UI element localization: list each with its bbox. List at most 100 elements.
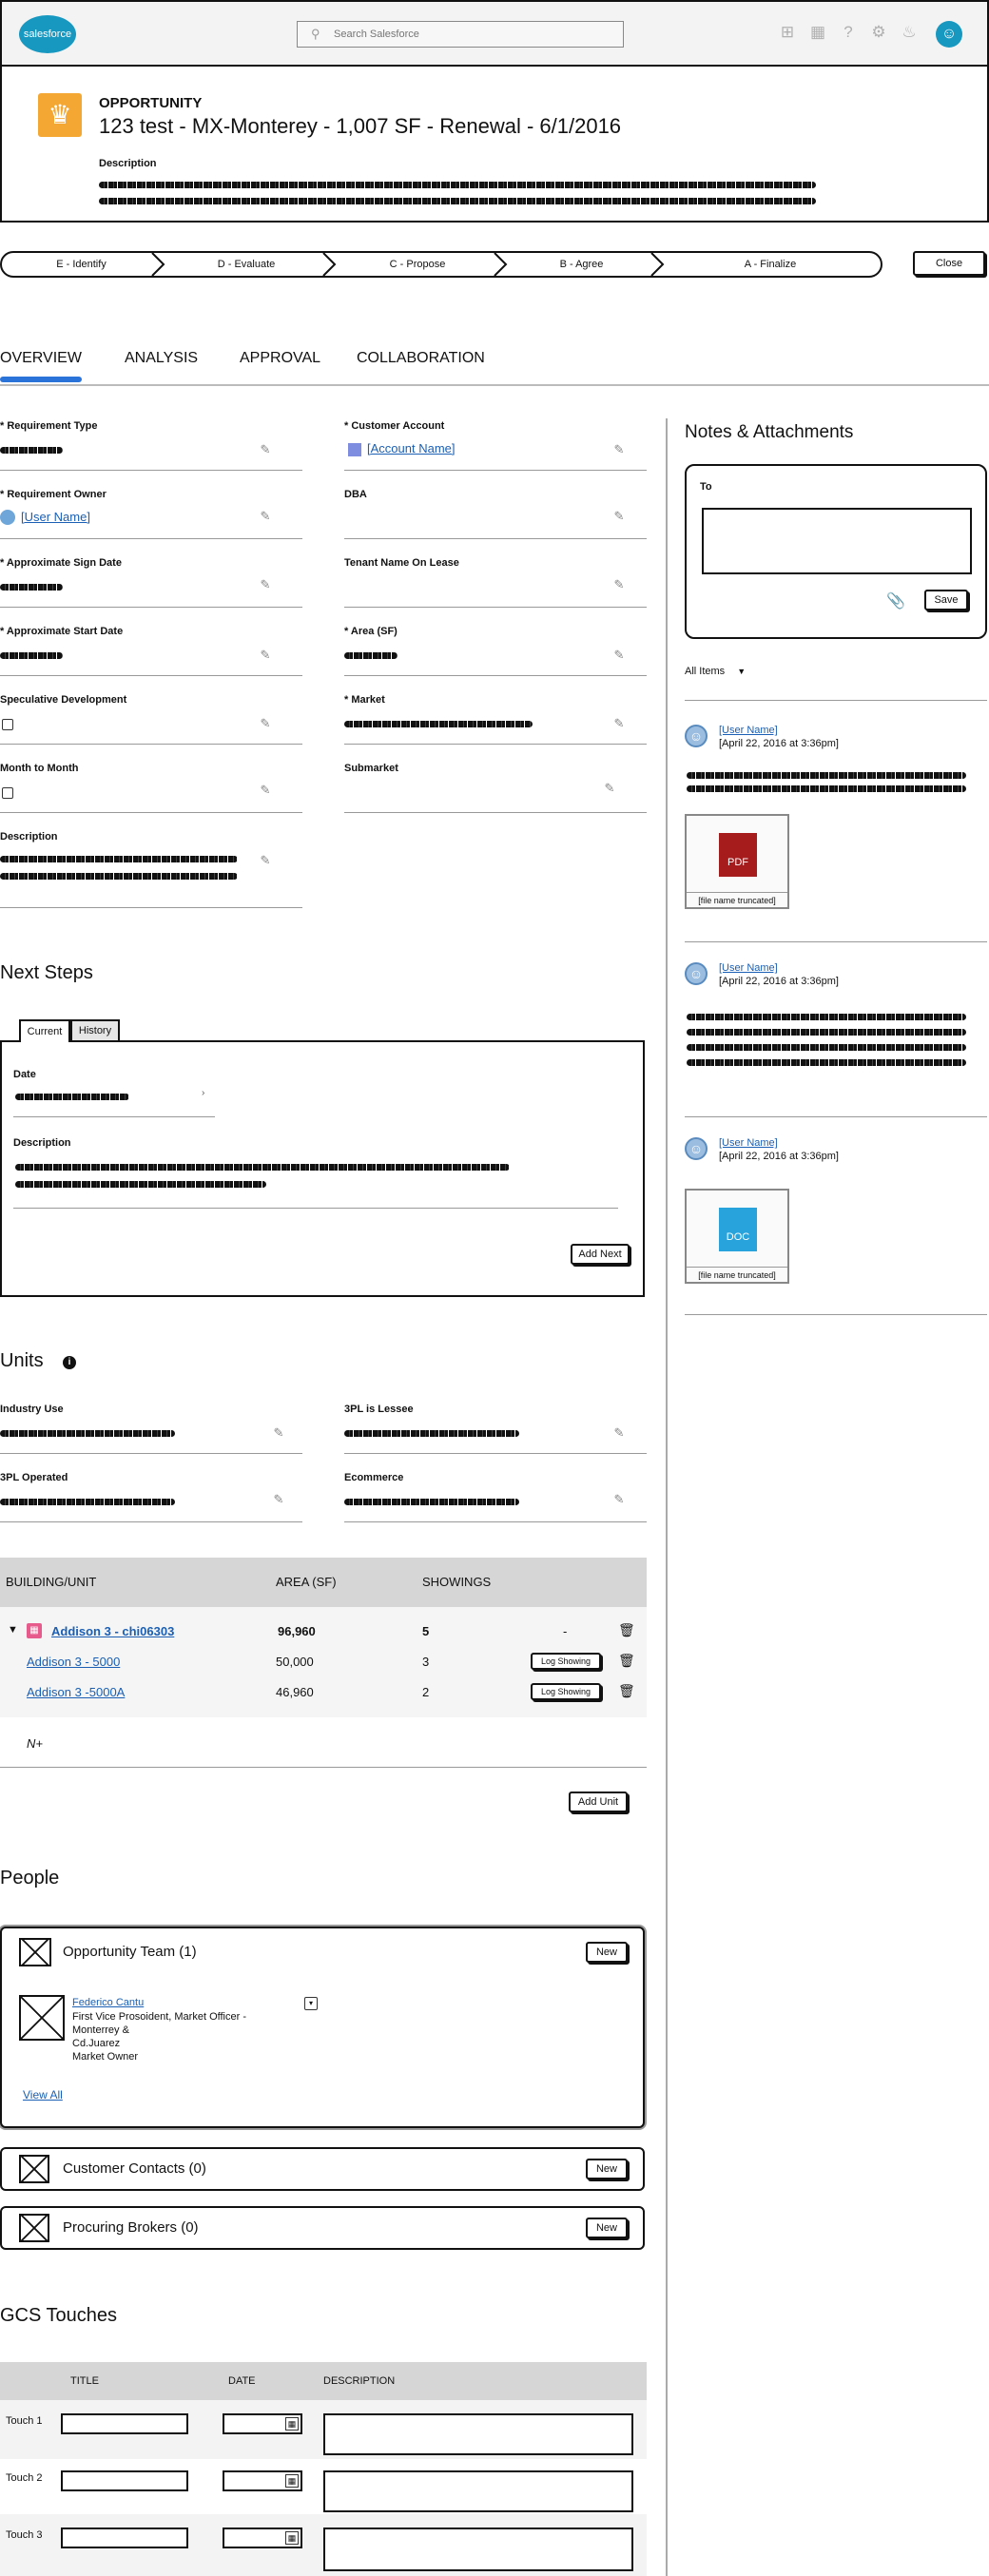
expand-caret-icon[interactable]: ▼	[8, 1624, 18, 1636]
edit-pencil-icon[interactable]: ✎	[259, 578, 272, 591]
calendar-icon[interactable]: ▦	[285, 2417, 299, 2431]
brokers-new-button[interactable]: New	[586, 2218, 628, 2238]
customer-account-link[interactable]: [Account Name]	[367, 441, 456, 455]
global-search[interactable]: ⚲	[297, 21, 624, 48]
note-date: [April 22, 2016 at 3:36pm]	[719, 1151, 839, 1162]
team-new-button[interactable]: New	[586, 1942, 628, 1963]
doc-attachment[interactable]: DOC [file name truncated]	[685, 1189, 789, 1284]
next-steps-tab-history[interactable]: History	[70, 1019, 120, 1040]
touch-description-input[interactable]	[323, 2528, 633, 2571]
record-description-label: Description	[99, 158, 157, 169]
salesforce-logo[interactable]: salesforce	[19, 15, 76, 53]
trash-icon[interactable]: 🗑	[618, 1653, 635, 1669]
edit-pencil-icon[interactable]: ✎	[259, 854, 272, 867]
field-value	[0, 1499, 175, 1505]
touch-date-input[interactable]: ▦	[223, 2413, 302, 2434]
note-user-link[interactable]: [User Name]	[719, 962, 778, 974]
notes-filter-dropdown[interactable]: All Items ▼	[685, 666, 746, 677]
help-icon[interactable]: ?	[839, 23, 858, 42]
info-icon[interactable]: i	[63, 1356, 76, 1369]
edit-pencil-icon[interactable]: ✎	[612, 649, 626, 662]
brokers-image-placeholder-icon	[19, 2214, 49, 2242]
log-showing-button[interactable]: Log Showing	[531, 1653, 601, 1670]
member-name-link[interactable]: Federico Cantu	[72, 1997, 144, 2008]
calendar-icon[interactable]: ▦	[285, 2474, 299, 2488]
gcs-touch-row: Touch 3 ▦	[0, 2514, 647, 2576]
column-header-area: AREA (SF)	[276, 1575, 337, 1589]
field-label: * Area (SF)	[344, 626, 398, 637]
new-unit-row[interactable]: N+	[27, 1736, 43, 1751]
speculative-checkbox[interactable]	[2, 719, 13, 730]
add-next-button[interactable]: Add Next	[571, 1244, 630, 1265]
next-steps-title: Next Steps	[0, 962, 93, 983]
edit-pencil-icon[interactable]: ✎	[272, 1426, 285, 1440]
edit-pencil-icon[interactable]: ✎	[259, 784, 272, 797]
logo-text: salesforce	[23, 29, 72, 40]
note-save-button[interactable]: Save	[924, 590, 968, 610]
trash-icon[interactable]: 🗑	[618, 1683, 635, 1699]
unit-link[interactable]: Addison 3 - 5000	[27, 1655, 120, 1669]
log-showing-button[interactable]: Log Showing	[531, 1683, 601, 1700]
team-image-placeholder-icon	[19, 1938, 51, 1966]
unit-link[interactable]: Addison 3 -5000A	[27, 1685, 125, 1699]
note-date: [April 22, 2016 at 3:36pm]	[719, 976, 839, 987]
add-unit-button[interactable]: Add Unit	[569, 1792, 628, 1812]
note-text-input[interactable]	[702, 508, 972, 574]
field-label: * Requirement Owner	[0, 489, 107, 500]
search-input[interactable]	[334, 26, 610, 43]
edit-pencil-icon[interactable]: ✎	[259, 510, 272, 523]
tab-collaboration[interactable]: COLLABORATION	[357, 350, 485, 367]
member-line: Market Owner	[72, 2051, 139, 2063]
edit-pencil-icon[interactable]: ✎	[603, 782, 616, 795]
next-step-description-label: Description	[13, 1137, 71, 1149]
trash-icon[interactable]: 🗑	[618, 1622, 635, 1638]
touch-date-input[interactable]: ▦	[223, 2470, 302, 2491]
pdf-file-icon: PDF	[719, 833, 757, 877]
requirement-owner-link[interactable]: [User Name]	[21, 510, 90, 524]
touch-description-input[interactable]	[323, 2470, 633, 2512]
field-value	[0, 856, 238, 862]
paperclip-icon[interactable]: 📎	[886, 591, 905, 610]
edit-pencil-icon[interactable]: ✎	[612, 510, 626, 523]
plus-icon[interactable]: ⊞	[778, 23, 797, 42]
calendar-icon[interactable]: ▦	[285, 2531, 299, 2545]
edit-pencil-icon[interactable]: ✎	[612, 1493, 626, 1506]
note-composer: To 📎 Save	[685, 464, 987, 639]
edit-pencil-icon[interactable]: ✎	[259, 717, 272, 730]
member-menu-dropdown-icon[interactable]: ▾	[304, 1997, 318, 2010]
pdf-attachment[interactable]: PDF [file name truncated]	[685, 814, 789, 909]
tab-approval[interactable]: APPROVAL	[240, 350, 320, 367]
building-link[interactable]: Addison 3 - chi06303	[51, 1624, 174, 1638]
touch-title-input[interactable]	[61, 2470, 188, 2491]
avatar-icon[interactable]: ☺	[936, 21, 962, 48]
touch-title-input[interactable]	[61, 2528, 188, 2548]
note-user-link[interactable]: [User Name]	[719, 1137, 778, 1149]
tab-overview[interactable]: OVERVIEW	[0, 350, 82, 367]
tab-analysis[interactable]: ANALYSIS	[125, 350, 198, 367]
next-steps-tab-current[interactable]: Current	[19, 1019, 70, 1042]
units-table-row: Addison 3 -5000A 46,960 2 Log Showing 🗑	[0, 1677, 647, 1717]
edit-pencil-icon[interactable]: ✎	[272, 1493, 285, 1506]
edit-pencil-icon[interactable]: ✎	[612, 578, 626, 591]
edit-pencil-icon[interactable]: ✎	[612, 717, 626, 730]
close-button[interactable]: Close	[913, 251, 985, 276]
view-all-link[interactable]: View All	[23, 2088, 63, 2101]
field-3pl-is-lessee: 3PL is Lessee ✎	[344, 1404, 647, 1457]
edit-pencil-icon[interactable]: ✎	[612, 1426, 626, 1440]
doc-file-icon: DOC	[719, 1208, 757, 1251]
touch-date-input[interactable]: ▦	[223, 2528, 302, 2548]
touch-title-input[interactable]	[61, 2413, 188, 2434]
edit-pencil-icon[interactable]: ✎	[259, 649, 272, 662]
note-user-link[interactable]: [User Name]	[719, 725, 778, 736]
edit-pencil-icon[interactable]: ✎	[612, 443, 626, 456]
setup-gear-icon[interactable]: ⚙	[869, 23, 888, 42]
edit-pencil-icon[interactable]: ✎	[259, 443, 272, 456]
date-dropdown-caret[interactable]: ›	[202, 1088, 204, 1098]
units-table-header: BUILDING/UNIT AREA (SF) SHOWINGS	[0, 1558, 647, 1607]
field-market: * Market ✎	[344, 694, 647, 747]
month-to-month-checkbox[interactable]	[2, 787, 13, 799]
touch-description-input[interactable]	[323, 2413, 633, 2455]
apps-grid-icon[interactable]: ▦	[808, 23, 827, 42]
bell-icon[interactable]: ♨	[900, 23, 919, 42]
contacts-new-button[interactable]: New	[586, 2159, 628, 2179]
